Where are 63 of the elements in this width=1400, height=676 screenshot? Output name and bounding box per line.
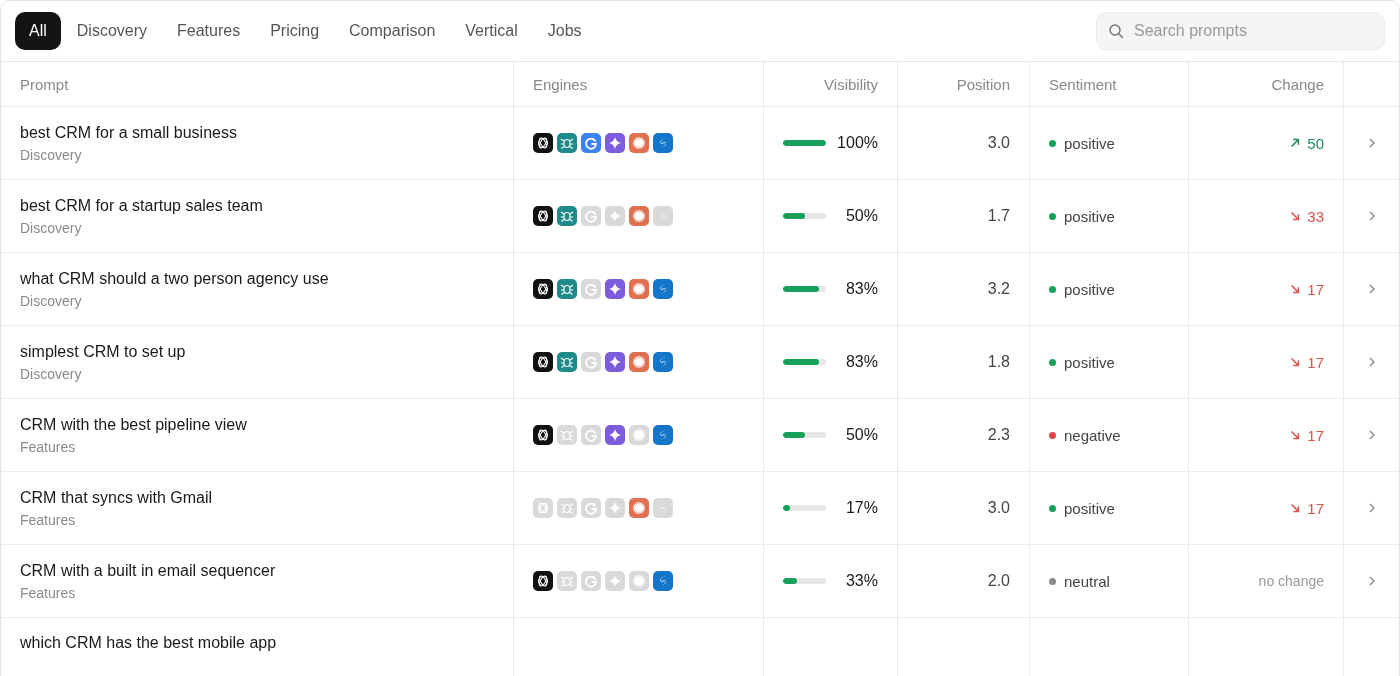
visibility-value: 83% [844,353,878,371]
arrow-up-right-icon [1289,137,1302,149]
arrow-down-right-icon [1289,356,1302,368]
sentiment-label: positive [1064,207,1115,225]
change-value: 17 [1307,426,1324,444]
sentiment-label: positive [1064,280,1115,298]
prompt-text: CRM with a built in email sequencer [20,561,276,580]
position-value: 3.0 [987,134,1010,152]
prompt-text: best CRM for a small business [20,123,237,142]
filter-tab[interactable]: Vertical [451,12,532,50]
category-label: Features [20,584,76,601]
visibility-value: 33% [844,572,878,590]
filter-tab[interactable]: Pricing [256,12,334,50]
position-value: 2.0 [987,572,1010,590]
change-value: 50 [1307,134,1324,152]
position-value: 2.3 [987,426,1010,444]
visibility-value: 50% [844,426,878,444]
sentiment-label: positive [1064,353,1115,371]
column-header: Position [956,75,1010,93]
position-value: 1.7 [987,207,1010,225]
category-label: Features [20,438,76,455]
filter-tab[interactable]: Comparison [335,12,450,50]
category-label: Discovery [20,292,82,309]
column-header: Visibility [824,75,878,93]
change-value: 17 [1307,280,1324,298]
category-label: Discovery [20,146,82,163]
category-label: Features [20,511,76,528]
sentiment-label: positive [1064,499,1115,517]
change-value: 17 [1307,499,1324,517]
visibility-value: 100% [836,134,878,152]
filter-tab[interactable]: Discovery [62,12,161,50]
filter-tab[interactable]: Features [163,12,255,50]
column-header: Sentiment [1049,75,1117,93]
category-label: Discovery [20,365,82,382]
change-value: no change [1258,573,1324,589]
visibility-value: 50% [844,207,878,225]
change-value: 17 [1307,353,1324,371]
column-header: Change [1271,75,1324,93]
position-value: 1.8 [987,353,1010,371]
prompt-text: what CRM should a two person agency use [20,269,329,288]
column-header: Engines [533,75,588,93]
prompt-text: CRM with the best pipeline view [20,415,247,434]
arrow-down-right-icon [1289,502,1302,514]
prompt-text: which CRM has the best mobile app [20,634,277,652]
sentiment-label: negative [1064,426,1121,444]
prompt-text: CRM that syncs with Gmail [20,488,213,507]
column-header: Prompt [20,75,69,93]
sentiment-label: neutral [1064,572,1110,590]
position-value: 3.2 [987,280,1010,298]
change-value: 33 [1307,207,1324,225]
filter-tab[interactable]: Jobs [533,12,596,50]
position-value: 3.0 [987,499,1010,517]
prompt-text: best CRM for a startup sales team [20,196,263,215]
visibility-value: 83% [844,280,878,298]
arrow-down-right-icon [1289,429,1302,441]
sentiment-label: positive [1064,134,1115,152]
visibility-value: 17% [844,499,878,517]
arrow-down-right-icon [1289,210,1302,222]
arrow-down-right-icon [1289,283,1302,295]
prompt-text: simplest CRM to set up [20,342,186,361]
category-label: Discovery [20,219,82,236]
filter-tab[interactable]: All [15,12,61,50]
search-field[interactable]: Search prompts [1096,12,1385,50]
